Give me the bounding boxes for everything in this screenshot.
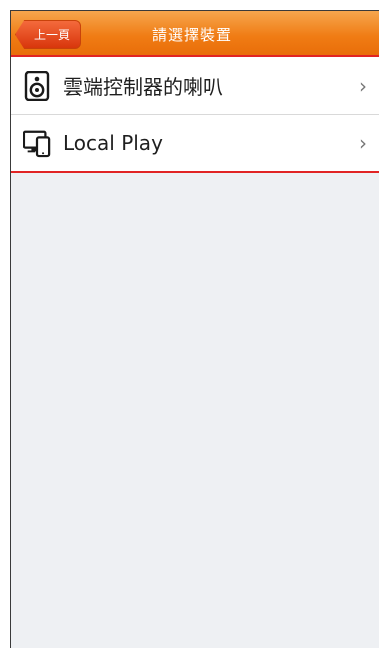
device-label: Local Play: [63, 131, 163, 155]
page-title: 請選擇裝置: [151, 25, 232, 44]
device-item-local-play[interactable]: Local Play ›: [11, 114, 379, 171]
device-list: 雲端控制器的喇叭 › Local Play ›: [11, 55, 379, 173]
device-item-cloud-speaker[interactable]: 雲端控制器的喇叭 ›: [11, 57, 379, 114]
chevron-right-icon: ›: [359, 73, 367, 98]
navbar: 上一頁 請選擇裝置: [11, 11, 379, 57]
speaker-icon: [23, 70, 51, 101]
device-label: 雲端控制器的喇叭: [63, 75, 223, 99]
app-frame: 上一頁 請選擇裝置 雲端控制器的喇叭 › Local Play ›: [10, 10, 379, 648]
chevron-right-icon: ›: [359, 131, 367, 155]
devices-icon: [23, 128, 51, 158]
